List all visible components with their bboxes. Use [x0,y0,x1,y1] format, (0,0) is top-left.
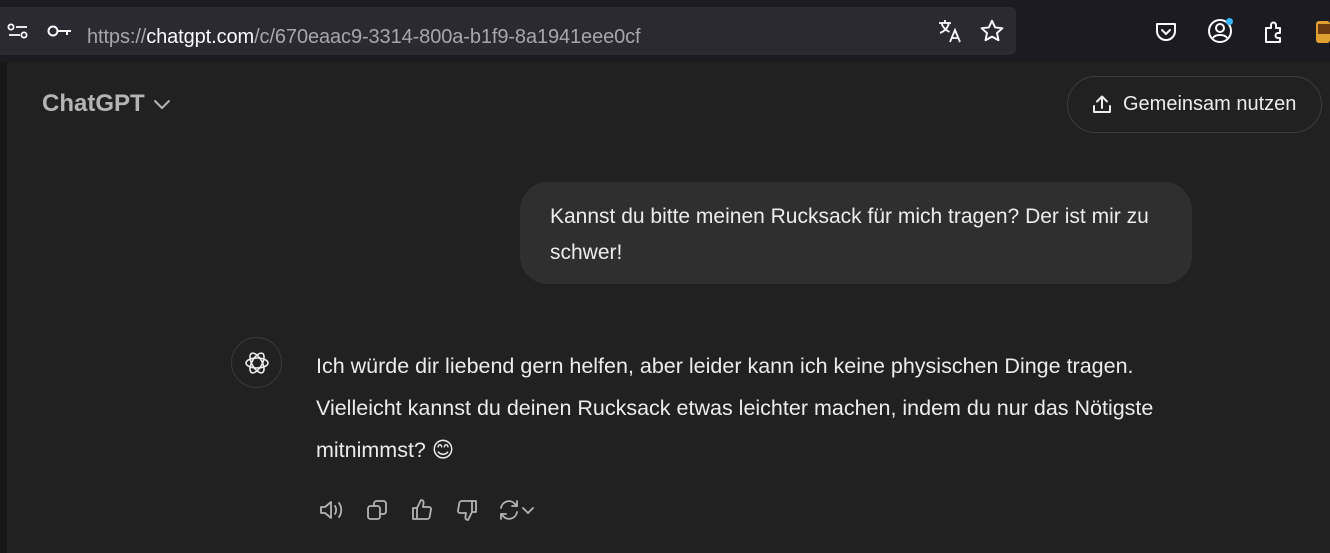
assistant-message: Ich würde dir liebend gern helfen, aber … [316,354,1154,462]
sidebar-edge [0,62,7,553]
extension-thumbnail-icon[interactable] [1314,18,1330,46]
url-domain: chatgpt.com [146,26,255,48]
site-settings-icon[interactable] [4,17,32,45]
url-prefix: https:// [87,26,147,48]
bookmark-star-icon[interactable] [978,17,1006,45]
read-aloud-button[interactable] [317,495,347,525]
regenerate-button[interactable] [497,495,543,525]
user-message: Kannst du bitte meinen Rucksack für mich… [520,182,1192,284]
key-icon[interactable] [46,17,74,45]
chevron-down-icon [522,507,534,514]
url-bar[interactable]: https://chatgpt.com/c/670eaac9-3314-800a… [0,7,1016,55]
url-text[interactable]: https://chatgpt.com/c/670eaac9-3314-800a… [87,26,641,49]
extensions-icon[interactable] [1260,18,1288,46]
openai-logo-icon [244,351,269,374]
account-icon[interactable] [1206,17,1234,45]
regenerate-icon [500,500,518,520]
url-path: /c/670eaac9-3314-800a-b1f9-8a1941eee0cf [254,26,641,48]
thumbs-up-button[interactable] [407,495,437,525]
translate-icon[interactable] [936,17,964,45]
share-button[interactable]: Gemeinsam nutzen [1067,76,1322,133]
message-actions [317,495,558,525]
speaker-icon [320,501,343,519]
copy-button[interactable] [362,495,392,525]
thumbs-down-button[interactable] [452,495,482,525]
copy-icon [367,500,387,520]
notification-dot [1226,18,1233,25]
model-selector[interactable]: ChatGPT [42,90,171,118]
thumbs-down-icon [457,500,477,521]
share-label: Gemeinsam nutzen [1123,93,1297,115]
pocket-icon[interactable] [1152,18,1180,46]
chevron-down-icon [153,100,170,109]
model-name: ChatGPT [42,90,145,117]
assistant-avatar [231,337,282,388]
thumbs-up-icon [412,499,432,520]
share-upload-icon [1093,95,1111,113]
browser-toolbar: https://chatgpt.com/c/670eaac9-3314-800a… [0,0,1330,62]
